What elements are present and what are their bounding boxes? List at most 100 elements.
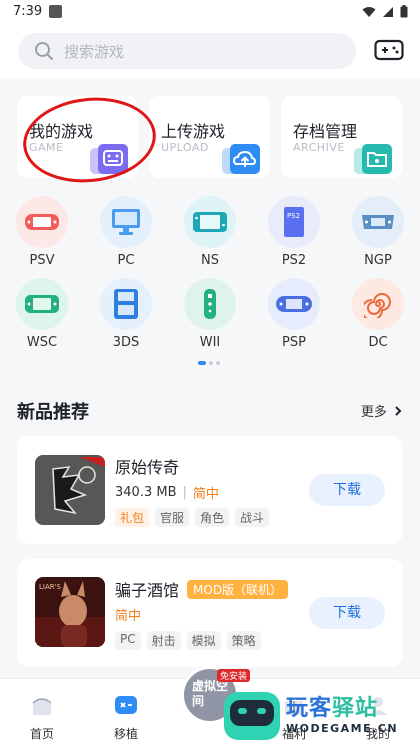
game-meta: 340.3 MB | 简中: [115, 483, 219, 502]
cloud-upload-icon: [222, 144, 260, 174]
platform-label: PS2: [281, 253, 307, 268]
status-icons: [362, 5, 408, 18]
battery-icon: [400, 5, 408, 18]
quick-card-title: 上传游戏: [161, 122, 226, 141]
game-size: 340.3 MB: [115, 485, 177, 500]
game-name: 骗子酒馆: [115, 581, 180, 600]
transfer-icon: [115, 696, 137, 714]
platform-label: WSC: [26, 335, 58, 350]
platform-label: NGP: [364, 253, 392, 268]
game-tag: 策略: [226, 631, 261, 650]
download-button[interactable]: 下载: [309, 474, 385, 506]
quick-card-subtitle: UPLOAD: [161, 141, 209, 154]
game-tag: 战斗: [235, 508, 270, 527]
download-button[interactable]: 下载: [309, 597, 385, 629]
site-watermark: 玩客驿站 WODEGAME.CN: [220, 688, 420, 746]
platform-psp[interactable]: PSP: [259, 278, 329, 350]
robot-face: [230, 700, 274, 726]
watermark-url: WODEGAME.CN: [286, 722, 399, 735]
game-meta: 简中: [115, 605, 141, 624]
psp-handheld-icon: [268, 278, 320, 330]
wifi-icon: [362, 6, 376, 17]
game-name: 原始传奇: [115, 458, 180, 477]
signal-icon: [383, 6, 393, 17]
game-cover-image: LIAR'S: [35, 577, 105, 647]
game-tag: 礼包: [115, 508, 150, 527]
quick-card-subtitle: ARCHIVE: [293, 141, 345, 154]
platform-ngp[interactable]: NGP: [343, 196, 413, 268]
status-bar: 7:39: [0, 0, 420, 26]
chevron-right-icon: [395, 406, 402, 416]
platform-grid: PSV PC NS PS2 PS2 NGP WSC 3DS WII PSP DC: [0, 196, 420, 356]
platform-label: PSP: [282, 335, 306, 350]
platform-wsc[interactable]: WSC: [7, 278, 77, 350]
platform-3ds[interactable]: 3DS: [91, 278, 161, 350]
game-tags: PC 射击 模拟 策略: [115, 631, 261, 650]
no-install-badge: 免安装: [217, 669, 251, 682]
game-tag: 模拟: [186, 631, 221, 650]
game-language: 简中: [192, 487, 219, 502]
game-card-2[interactable]: LIAR'S 骗子酒馆 MOD版（联机） 简中 PC 射击 模拟 策略 下载: [17, 559, 403, 667]
platform-label: NS: [201, 253, 219, 268]
status-time: 7:39: [13, 4, 43, 19]
watermark-brand: 玩客驿站: [286, 690, 378, 722]
more-link[interactable]: 更多: [361, 401, 402, 420]
mod-badge: MOD版（联机）: [187, 579, 289, 599]
monitor-icon: [100, 196, 152, 248]
meta-separator: |: [182, 485, 187, 500]
watermark-brand-a: 玩客: [286, 696, 333, 721]
search-icon: [35, 42, 53, 60]
game-card-1[interactable]: 原始传奇 340.3 MB | 简中 礼包 官服 角色 战斗 下载: [17, 436, 403, 544]
psv-handheld-icon: [16, 196, 68, 248]
game-language: 简中: [115, 609, 142, 624]
nav-label: 移植: [113, 727, 138, 741]
platform-wii[interactable]: WII: [175, 278, 245, 350]
platform-label: PSV: [29, 253, 55, 268]
cover-lettering: LIAR'S: [39, 583, 62, 591]
platform-label: 3DS: [112, 335, 140, 350]
platform-label: WII: [199, 335, 221, 350]
game-tag: 角色: [195, 508, 230, 527]
nav-label: 首页: [29, 727, 54, 741]
dreamcast-swirl-icon: [352, 278, 404, 330]
robot-eye: [257, 708, 266, 714]
more-label: 更多: [360, 405, 387, 420]
wsc-handheld-icon: [16, 278, 68, 330]
platform-ns[interactable]: NS: [175, 196, 245, 268]
svg-text:PS2: PS2: [287, 212, 300, 220]
game-cover-image: [35, 455, 105, 525]
game-title-row: 骗子酒馆 MOD版（联机）: [115, 577, 289, 601]
platform-dc[interactable]: DC: [343, 278, 413, 350]
platform-psv[interactable]: PSV: [7, 196, 77, 268]
page-dot: [216, 361, 220, 365]
platform-pc[interactable]: PC: [91, 196, 161, 268]
archive-folder-icon: [354, 144, 392, 174]
notification-app-icon: [49, 5, 62, 18]
game-tags: 礼包 官服 角色 战斗: [115, 508, 270, 527]
nav-port[interactable]: 移植: [96, 693, 156, 742]
page-dot-active: [198, 361, 206, 365]
game-tag: 官服: [155, 508, 190, 527]
watermark-brand-b: 驿站: [332, 696, 379, 721]
search-input[interactable]: 搜索游戏: [18, 33, 356, 69]
3ds-handheld-icon: [100, 278, 152, 330]
upload-game-card[interactable]: 上传游戏 UPLOAD: [149, 96, 270, 178]
quick-card-title: 存档管理: [293, 122, 358, 141]
section-title: 新品推荐: [17, 402, 89, 423]
game-tag: 射击: [146, 631, 181, 650]
ps2-console-icon: PS2: [268, 196, 320, 248]
platform-ps2[interactable]: PS2 PS2: [259, 196, 329, 268]
ngp-handheld-icon: [352, 196, 404, 248]
archive-manage-card[interactable]: 存档管理 ARCHIVE: [281, 96, 402, 178]
game-tag: PC: [115, 631, 141, 650]
page-indicator: [198, 361, 220, 365]
nav-home[interactable]: 首页: [12, 693, 72, 742]
search-placeholder: 搜索游戏: [64, 42, 125, 61]
robot-logo-icon: [224, 692, 280, 740]
search-header: 搜索游戏: [0, 26, 420, 78]
platform-label: DC: [368, 335, 388, 350]
switch-console-icon: [184, 196, 236, 248]
gamepad-icon[interactable]: [374, 37, 404, 63]
home-icon: [32, 698, 52, 715]
platform-label: PC: [117, 253, 135, 268]
